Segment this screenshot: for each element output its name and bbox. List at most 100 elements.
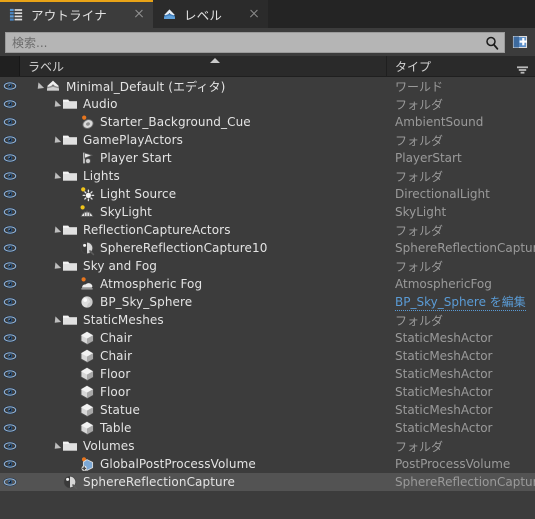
- visibility-toggle[interactable]: [0, 257, 20, 275]
- table-row[interactable]: Atmospheric Fog AtmosphericFog: [0, 275, 535, 293]
- table-row[interactable]: Floor StaticMeshActor: [0, 365, 535, 383]
- eye-icon[interactable]: [3, 385, 17, 399]
- visibility-toggle[interactable]: [0, 185, 20, 203]
- visibility-toggle[interactable]: [0, 419, 20, 437]
- eye-icon[interactable]: [3, 241, 17, 255]
- eye-icon[interactable]: [3, 187, 17, 201]
- expander-triangle-icon[interactable]: [51, 95, 62, 113]
- edit-blueprint-link[interactable]: BP_Sky_Sphere を編集: [395, 293, 526, 311]
- visibility-toggle[interactable]: [0, 455, 20, 473]
- table-row[interactable]: Starter_Background_Cue AmbientSound: [0, 113, 535, 131]
- row-type-cell: フォルダ: [387, 167, 535, 185]
- column-filter-icon[interactable]: [516, 65, 529, 75]
- table-row[interactable]: Statue StaticMeshActor: [0, 401, 535, 419]
- visibility-toggle[interactable]: [0, 383, 20, 401]
- eye-icon[interactable]: [3, 331, 17, 345]
- visibility-toggle[interactable]: [0, 401, 20, 419]
- visibility-toggle[interactable]: [0, 95, 20, 113]
- expander-triangle-icon[interactable]: [34, 77, 45, 95]
- expander-triangle-icon[interactable]: [51, 257, 62, 275]
- close-icon[interactable]: [248, 8, 260, 20]
- row-label-cell: ReflectionCaptureActors: [20, 221, 387, 239]
- visibility-toggle[interactable]: [0, 239, 20, 257]
- visibility-toggle[interactable]: [0, 437, 20, 455]
- row-type-cell: AmbientSound: [387, 113, 535, 131]
- row-type-cell: SkyLight: [387, 203, 535, 221]
- eye-icon[interactable]: [3, 115, 17, 129]
- table-row[interactable]: Chair StaticMeshActor: [0, 329, 535, 347]
- row-label-cell: SphereReflectionCapture10: [20, 239, 387, 257]
- visibility-toggle[interactable]: [0, 77, 20, 95]
- eye-icon[interactable]: [3, 457, 17, 471]
- eye-icon[interactable]: [3, 259, 17, 273]
- visibility-toggle[interactable]: [0, 167, 20, 185]
- eye-icon[interactable]: [3, 223, 17, 237]
- expander-triangle-icon[interactable]: [51, 131, 62, 149]
- search-icon[interactable]: [484, 35, 500, 51]
- eye-icon[interactable]: [3, 367, 17, 381]
- close-icon[interactable]: [133, 8, 145, 20]
- tab-outliner[interactable]: アウトライナ: [0, 0, 153, 28]
- eye-icon[interactable]: [3, 421, 17, 435]
- table-row[interactable]: Floor StaticMeshActor: [0, 383, 535, 401]
- row-type-cell: PostProcessVolume: [387, 455, 535, 473]
- table-row[interactable]: GlobalPostProcessVolume PostProcessVolume: [0, 455, 535, 473]
- table-row[interactable]: SphereReflectionCapture10 SphereReflectio…: [0, 239, 535, 257]
- visibility-toggle[interactable]: [0, 293, 20, 311]
- table-row[interactable]: Audio フォルダ: [0, 95, 535, 113]
- table-row[interactable]: Volumes フォルダ: [0, 437, 535, 455]
- eye-icon[interactable]: [3, 169, 17, 183]
- table-row[interactable]: BP_Sky_Sphere BP_Sky_Sphere を編集: [0, 293, 535, 311]
- table-row[interactable]: StaticMeshes フォルダ: [0, 311, 535, 329]
- eye-icon[interactable]: [3, 439, 17, 453]
- visibility-toggle[interactable]: [0, 329, 20, 347]
- eye-icon[interactable]: [3, 205, 17, 219]
- visibility-toggle[interactable]: [0, 365, 20, 383]
- eye-icon[interactable]: [3, 277, 17, 291]
- table-row[interactable]: ReflectionCaptureActors フォルダ: [0, 221, 535, 239]
- eye-icon[interactable]: [3, 349, 17, 363]
- eye-icon[interactable]: [3, 133, 17, 147]
- column-header-label[interactable]: ラベル: [20, 56, 387, 76]
- table-row[interactable]: Lights フォルダ: [0, 167, 535, 185]
- eye-icon[interactable]: [3, 475, 17, 489]
- visibility-toggle[interactable]: [0, 131, 20, 149]
- table-row[interactable]: Minimal_Default (エディタ) ワールド: [0, 77, 535, 95]
- visibility-toggle[interactable]: [0, 113, 20, 131]
- tab-level-label: レベル: [183, 7, 223, 23]
- add-actor-icon[interactable]: [510, 32, 530, 52]
- table-row[interactable]: SkyLight SkyLight: [0, 203, 535, 221]
- tab-outliner-label: アウトライナ: [31, 7, 107, 23]
- table-row[interactable]: GamePlayActors フォルダ: [0, 131, 535, 149]
- eye-icon[interactable]: [3, 151, 17, 165]
- tab-level[interactable]: レベル: [152, 0, 269, 28]
- row-label-cell: Floor: [20, 365, 387, 383]
- row-type-cell: DirectionalLight: [387, 185, 535, 203]
- expander-triangle-icon[interactable]: [51, 167, 62, 185]
- expander-triangle-icon[interactable]: [51, 437, 62, 455]
- eye-icon[interactable]: [3, 313, 17, 327]
- expander-triangle-icon[interactable]: [51, 221, 62, 239]
- visibility-toggle[interactable]: [0, 347, 20, 365]
- table-row[interactable]: SphereReflectionCapture SphereReflectionC…: [0, 473, 535, 491]
- eye-icon[interactable]: [3, 79, 17, 93]
- table-row[interactable]: Chair StaticMeshActor: [0, 347, 535, 365]
- visibility-toggle[interactable]: [0, 311, 20, 329]
- eye-icon[interactable]: [3, 97, 17, 111]
- column-header-type[interactable]: タイプ: [387, 56, 535, 76]
- eye-icon[interactable]: [3, 403, 17, 417]
- table-row[interactable]: Player Start PlayerStart: [0, 149, 535, 167]
- visibility-toggle[interactable]: [0, 149, 20, 167]
- folder-icon: [63, 99, 77, 109]
- visibility-toggle[interactable]: [0, 473, 20, 491]
- table-row[interactable]: Sky and Fog フォルダ: [0, 257, 535, 275]
- search-input[interactable]: 検索...: [5, 31, 505, 53]
- eye-icon[interactable]: [3, 295, 17, 309]
- visibility-toggle[interactable]: [0, 275, 20, 293]
- expander-triangle-icon[interactable]: [51, 311, 62, 329]
- visibility-toggle[interactable]: [0, 221, 20, 239]
- table-row[interactable]: Light Source DirectionalLight: [0, 185, 535, 203]
- visibility-toggle[interactable]: [0, 203, 20, 221]
- table-row[interactable]: Table StaticMeshActor: [0, 419, 535, 437]
- row-type-text: フォルダ: [395, 439, 444, 454]
